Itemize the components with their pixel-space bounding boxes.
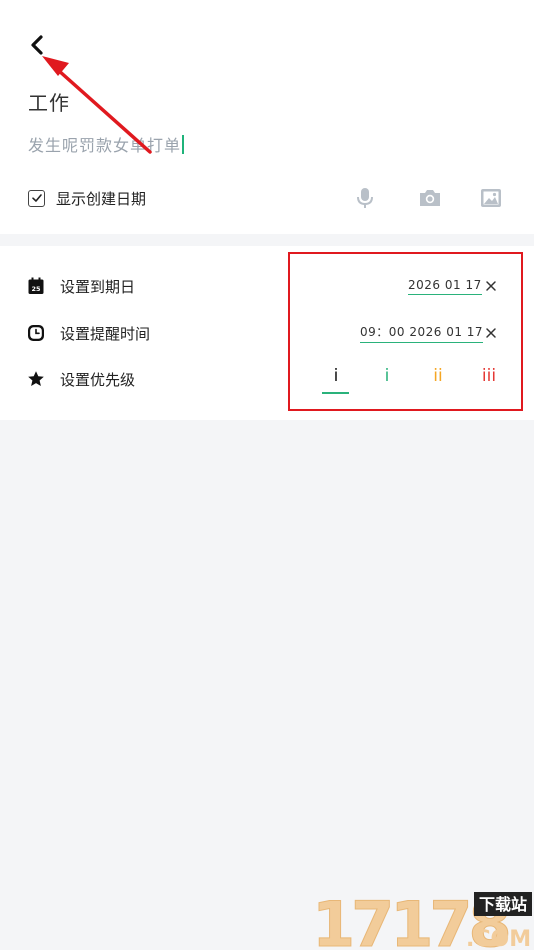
site-watermark-logo: 17178 下载站 .COM bbox=[312, 888, 532, 950]
reminder-value[interactable]: 09：00 2026 01 17 bbox=[360, 323, 484, 343]
back-button[interactable] bbox=[22, 30, 52, 60]
settings-card: 25 设置到期日 2026 01 17 设置提醒时间 09：00 2026 01… bbox=[0, 246, 534, 420]
watermark-tag: 下载站 bbox=[479, 895, 527, 914]
priority-option-low[interactable]: i bbox=[374, 366, 400, 386]
due-date-row[interactable]: 25 设置到期日 2026 01 17 bbox=[0, 271, 534, 301]
image-button[interactable] bbox=[478, 185, 504, 211]
priority-label: 设置优先级 bbox=[60, 370, 136, 389]
note-text: 发生呢罚款女单打单 bbox=[28, 136, 182, 155]
priority-selected-indicator bbox=[322, 392, 349, 394]
show-created-date-toggle[interactable]: 显示创建日期 bbox=[28, 186, 146, 210]
priority-option-high[interactable]: iii bbox=[476, 366, 502, 386]
priority-option-none[interactable]: i bbox=[323, 366, 349, 386]
note-editor-card: 工作 发生呢罚款女单打单 显示创建日期 bbox=[0, 0, 534, 234]
list-title: 工作 bbox=[28, 91, 70, 115]
calendar-icon: 25 bbox=[28, 277, 44, 294]
text-cursor bbox=[182, 134, 185, 154]
chevron-left-icon bbox=[31, 35, 43, 55]
camera-button[interactable] bbox=[417, 185, 443, 211]
reminder-label: 设置提醒时间 bbox=[60, 324, 151, 343]
show-created-date-checkbox[interactable] bbox=[28, 189, 45, 207]
voice-input-button[interactable] bbox=[352, 185, 378, 211]
clock-icon bbox=[28, 325, 44, 341]
priority-row: 设置优先级 i i ii iii bbox=[0, 364, 534, 394]
note-input[interactable]: 发生呢罚款女单打单 bbox=[28, 132, 498, 156]
reminder-row[interactable]: 设置提醒时间 09：00 2026 01 17 bbox=[0, 318, 534, 348]
star-icon bbox=[28, 371, 44, 386]
watermark-domain: .COM bbox=[466, 927, 531, 950]
due-date-label: 设置到期日 bbox=[60, 277, 136, 296]
image-icon bbox=[481, 189, 501, 207]
clear-reminder-icon[interactable] bbox=[484, 326, 498, 340]
microphone-icon bbox=[357, 188, 373, 208]
due-date-value[interactable]: 2026 01 17 bbox=[408, 278, 482, 295]
calendar-icon-day: 25 bbox=[31, 285, 41, 293]
show-created-date-label: 显示创建日期 bbox=[56, 189, 147, 208]
check-icon bbox=[31, 194, 42, 202]
camera-icon bbox=[420, 190, 440, 206]
priority-option-medium[interactable]: ii bbox=[425, 366, 451, 386]
clear-due-date-icon[interactable] bbox=[484, 279, 498, 293]
